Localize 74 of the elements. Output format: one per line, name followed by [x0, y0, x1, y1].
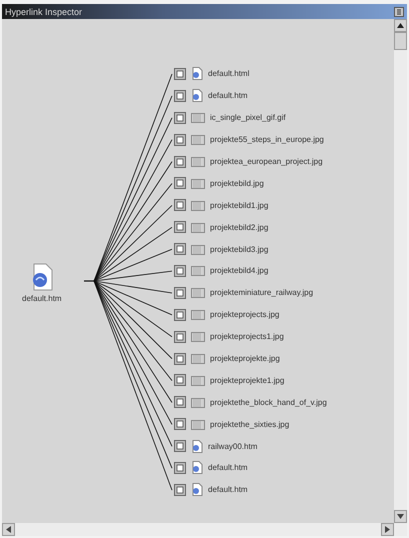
right-arrow-icon [385, 526, 390, 533]
expand-icon[interactable] [174, 308, 186, 321]
image-icon [191, 309, 205, 320]
file-label[interactable]: railway00.htm [208, 442, 258, 451]
file-label[interactable]: projektebild.jpg [210, 178, 264, 188]
file-label[interactable]: projektea_european_project.jpg [210, 157, 323, 166]
expand-icon[interactable] [174, 462, 186, 474]
file-label[interactable]: default.htm [208, 463, 248, 472]
scroll-up-button[interactable] [394, 19, 407, 32]
expand-icon[interactable] [174, 352, 186, 365]
expand-icon[interactable] [174, 90, 186, 102]
expand-icon[interactable] [174, 112, 186, 124]
file-label[interactable]: projekteprojects.jpg [210, 310, 280, 320]
file-label[interactable]: projekteprojects1.jpg [210, 332, 284, 342]
file-label[interactable]: default.htm [208, 485, 248, 494]
file-label[interactable]: ic_single_pixel_gif.gif [210, 113, 286, 122]
scroll-left-button[interactable] [2, 523, 15, 536]
image-icon [191, 374, 205, 386]
expand-icon[interactable] [174, 418, 186, 430]
scroll-down-button[interactable] [394, 510, 407, 523]
down-arrow-icon [397, 514, 404, 519]
left-arrow-icon [6, 526, 11, 533]
expand-icon[interactable] [174, 134, 186, 146]
image-icon [191, 244, 205, 255]
expand-icon[interactable] [174, 221, 186, 234]
file-label[interactable]: default.htm [208, 91, 248, 100]
page-icon [191, 67, 203, 80]
expand-icon[interactable] [174, 374, 186, 386]
image-icon [191, 112, 205, 124]
expand-icon[interactable] [174, 286, 186, 299]
expand-icon[interactable] [174, 243, 186, 256]
file-label[interactable]: projektebild1.jpg [210, 200, 268, 210]
window-title: Hyperlink Inspector [5, 6, 82, 16]
file-label[interactable]: projekteprojekte.jpg [210, 354, 280, 364]
image-icon [191, 418, 205, 430]
file-label[interactable]: projekteminiature_railway.jpg [210, 288, 314, 298]
expand-icon[interactable] [174, 199, 186, 212]
image-icon [191, 222, 205, 233]
file-label[interactable]: projektethe_sixties.jpg [210, 420, 290, 429]
horizontal-scrollbar[interactable] [2, 523, 407, 536]
image-icon [191, 287, 205, 298]
scroll-right-button[interactable] [381, 523, 394, 536]
expand-icon[interactable] [174, 264, 186, 277]
page-icon [191, 89, 203, 102]
page-icon [191, 440, 203, 453]
image-icon [191, 353, 205, 364]
file-label[interactable]: projekteprojekte1.jpg [210, 376, 284, 385]
up-arrow-icon [397, 23, 404, 28]
page-icon [191, 483, 203, 496]
expand-icon[interactable] [174, 396, 186, 408]
image-icon [191, 156, 205, 167]
expand-icon[interactable] [174, 177, 186, 190]
expand-icon[interactable] [174, 156, 186, 168]
expand-icon[interactable] [174, 68, 186, 80]
file-label[interactable]: projektebild4.jpg [210, 266, 268, 276]
expand-icon[interactable] [174, 484, 186, 496]
image-icon [191, 331, 205, 342]
file-label[interactable]: projekte55_steps_in_europe.jpg [210, 135, 324, 144]
image-icon [191, 134, 205, 146]
file-label[interactable]: projektebild2.jpg [210, 222, 268, 232]
file-label[interactable]: projektethe_block_hand_of_v.jpg [210, 398, 327, 407]
image-icon [191, 265, 205, 276]
vertical-scrollbar[interactable] [394, 19, 407, 523]
menu-icon[interactable] [394, 6, 404, 16]
image-icon [191, 200, 205, 211]
image-icon [191, 178, 205, 189]
scroll-thumb[interactable] [394, 32, 407, 50]
expand-icon[interactable] [174, 330, 186, 343]
file-label: default.htm [22, 294, 62, 303]
page-icon [191, 461, 203, 474]
image-icon [191, 396, 205, 408]
expand-icon[interactable] [174, 440, 186, 452]
file-label[interactable]: default.html [208, 69, 250, 78]
file-label[interactable]: projektebild3.jpg [210, 244, 268, 254]
